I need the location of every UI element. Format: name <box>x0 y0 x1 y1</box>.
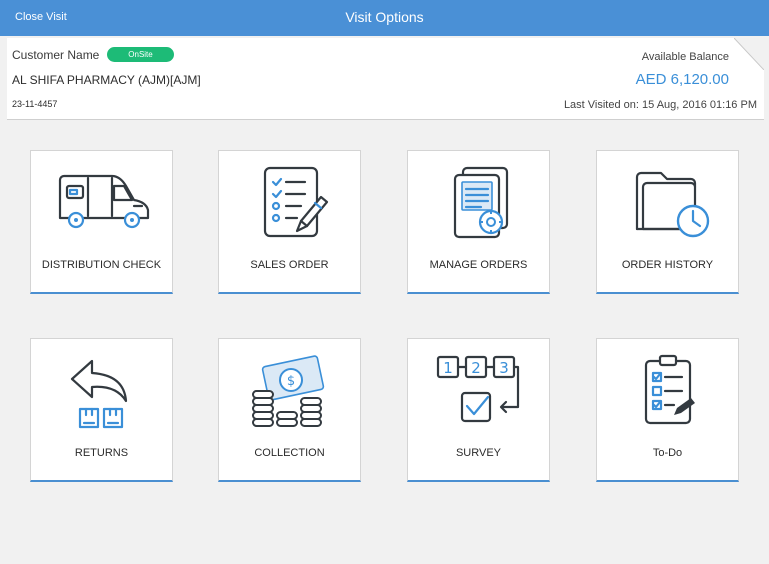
tile-collection[interactable]: $ COLLECTION <box>218 338 361 482</box>
tile-to-do[interactable]: To-Do <box>596 338 739 482</box>
folder-clock-icon <box>635 171 709 238</box>
document-gear-icon <box>453 166 508 239</box>
page-title: Visit Options <box>345 9 424 25</box>
tile-label: SURVEY <box>455 447 502 459</box>
return-arrow-boxes-icon <box>70 359 127 429</box>
available-balance-value: AED 6,120.00 <box>635 71 729 88</box>
checklist-pencil-icon <box>263 166 328 238</box>
status-badge: OnSite <box>107 47 174 62</box>
svg-text:$: $ <box>286 374 294 389</box>
customer-card: Customer Name OnSite AL SHIFA PHARMACY (… <box>7 38 764 120</box>
tile-returns[interactable]: RETURNS <box>30 338 173 482</box>
tile-label: To-Do <box>652 447 683 459</box>
svg-text:1: 1 <box>443 359 453 377</box>
tile-label: SALES ORDER <box>250 259 329 271</box>
tile-order-history[interactable]: ORDER HISTORY <box>596 150 739 294</box>
steps-checkbox-icon: 1 2 3 <box>436 355 519 423</box>
tile-sales-order[interactable]: SALES ORDER <box>218 150 361 294</box>
customer-name-label: Customer Name <box>12 48 100 62</box>
tile-label: MANAGE ORDERS <box>429 259 528 271</box>
svg-text:3: 3 <box>499 359 509 377</box>
clipboard-checklist-icon <box>644 354 695 425</box>
page-fold-icon <box>734 38 764 70</box>
tile-manage-orders[interactable]: MANAGE ORDERS <box>407 150 550 294</box>
tile-label: COLLECTION <box>254 447 325 459</box>
last-visited: Last Visited on: 15 Aug, 2016 01:16 PM <box>563 99 757 111</box>
tile-label: ORDER HISTORY <box>621 259 714 271</box>
customer-code: 23-11-4457 <box>12 99 58 109</box>
tile-label: RETURNS <box>74 447 129 459</box>
svg-text:2: 2 <box>471 359 481 377</box>
van-icon <box>58 174 149 229</box>
customer-name: AL SHIFA PHARMACY (AJM)[AJM] <box>12 73 201 87</box>
tile-distribution-check[interactable]: DISTRIBUTION CHECK <box>30 150 173 294</box>
coins-banknote-icon: $ <box>251 355 324 427</box>
available-balance-label: Available Balance <box>641 51 729 63</box>
tile-survey[interactable]: 1 2 3 SURVEY <box>407 338 550 482</box>
tile-label: DISTRIBUTION CHECK <box>41 259 162 271</box>
top-bar: Close Visit Visit Options <box>0 0 769 36</box>
